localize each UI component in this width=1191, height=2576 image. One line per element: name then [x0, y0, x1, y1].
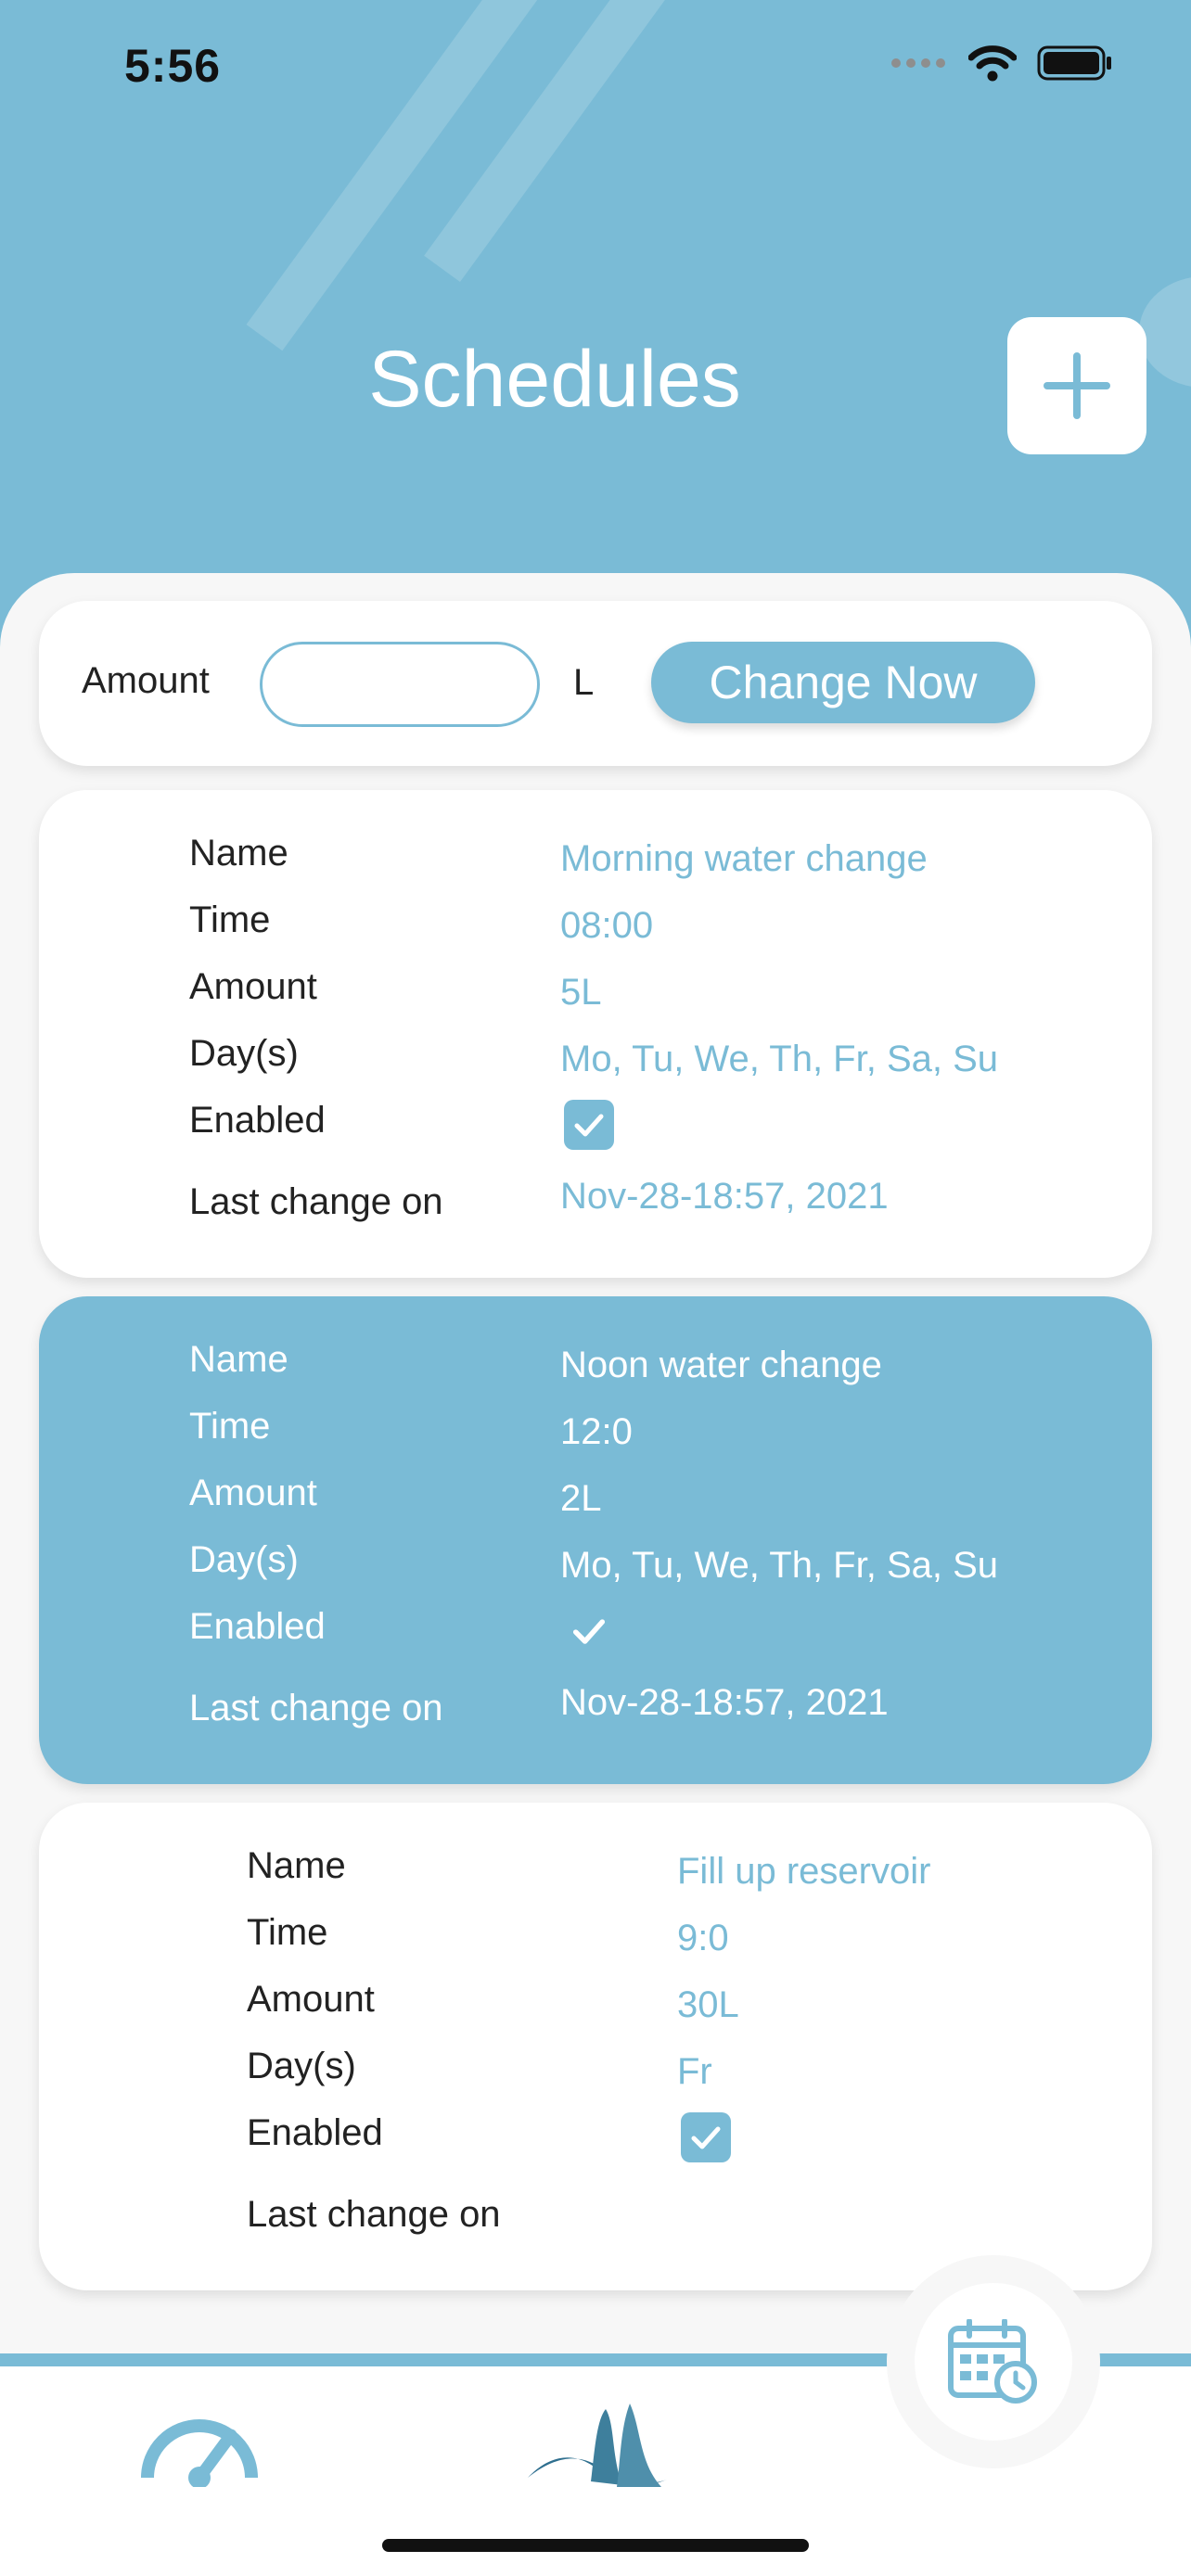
last-change-label: Last change on — [247, 2194, 501, 2235]
check-icon — [572, 1619, 606, 1644]
header: 5:56 Schedules — [0, 0, 1191, 649]
schedule-name: Morning water change — [560, 838, 928, 879]
amount-label: Amount — [189, 966, 317, 1007]
change-now-button[interactable]: Change Now — [651, 642, 1035, 723]
schedule-days: Mo, Tu, We, Th, Fr, Sa, Su — [560, 1545, 999, 1586]
enabled-checkbox[interactable] — [681, 2112, 731, 2162]
last-change-value: Nov-28-18:57, 2021 — [560, 1682, 889, 1723]
schedule-amount: 2L — [560, 1478, 602, 1519]
amount-label: Amount — [247, 1979, 375, 2020]
last-change-value: Nov-28-18:57, 2021 — [560, 1176, 889, 1217]
name-label: Name — [247, 1845, 346, 1886]
wave-logo-icon — [528, 2404, 667, 2487]
plus-icon — [1044, 352, 1110, 419]
battery-icon — [1037, 45, 1111, 81]
time-label: Time — [247, 1912, 328, 1953]
name-label: Name — [189, 833, 288, 874]
add-schedule-button[interactable] — [1007, 317, 1146, 454]
days-label: Day(s) — [189, 1539, 299, 1580]
nav-home[interactable] — [521, 2394, 679, 2515]
amount-input[interactable] — [260, 642, 540, 727]
schedule-card[interactable]: Name Fill up reservoir Time 9:0 Amount 3… — [39, 1803, 1152, 2290]
schedule-amount: 30L — [677, 1984, 739, 2025]
name-label: Name — [189, 1339, 288, 1380]
enabled-label: Enabled — [247, 2112, 383, 2153]
unit-label: L — [573, 662, 595, 703]
days-label: Day(s) — [247, 2046, 356, 2086]
home-indicator — [382, 2539, 809, 2552]
wifi-icon — [968, 45, 1017, 82]
header-decoration-circle — [1139, 276, 1191, 388]
signal-icon — [891, 58, 945, 68]
check-icon — [691, 2126, 721, 2149]
nav-schedules[interactable] — [915, 2283, 1072, 2441]
time-label: Time — [189, 1406, 271, 1447]
status-icons — [890, 45, 1113, 82]
speedometer-icon — [141, 2419, 258, 2487]
amount-label: Amount — [82, 660, 210, 701]
page-title: Schedules — [368, 335, 741, 424]
schedule-time: 08:00 — [560, 905, 654, 946]
calendar-clock-icon — [948, 2319, 1037, 2404]
schedule-name: Noon water change — [560, 1345, 882, 1385]
schedule-name: Fill up reservoir — [677, 1851, 931, 1892]
time-label: Time — [189, 899, 271, 940]
last-change-label: Last change on — [189, 1181, 443, 1222]
check-icon — [574, 1114, 604, 1137]
schedule-card-selected[interactable]: Name Noon water change Time 12:0 Amount … — [39, 1296, 1152, 1784]
nav-dashboard[interactable] — [130, 2394, 269, 2496]
enabled-checkbox[interactable] — [564, 1606, 614, 1656]
schedule-days: Fr — [677, 2051, 712, 2092]
schedule-time: 12:0 — [560, 1411, 633, 1452]
enabled-label: Enabled — [189, 1606, 326, 1647]
last-change-label: Last change on — [189, 1688, 443, 1728]
days-label: Day(s) — [189, 1033, 299, 1074]
enabled-checkbox[interactable] — [564, 1100, 614, 1150]
amount-card: Amount L Change Now — [39, 601, 1152, 766]
schedule-card[interactable]: Name Morning water change Time 08:00 Amo… — [39, 790, 1152, 1278]
schedule-days: Mo, Tu, We, Th, Fr, Sa, Su — [560, 1039, 999, 1079]
amount-label: Amount — [189, 1473, 317, 1513]
schedule-amount: 5L — [560, 972, 602, 1013]
enabled-label: Enabled — [189, 1100, 326, 1141]
schedule-time: 9:0 — [677, 1918, 729, 1958]
status-time: 5:56 — [124, 40, 222, 92]
